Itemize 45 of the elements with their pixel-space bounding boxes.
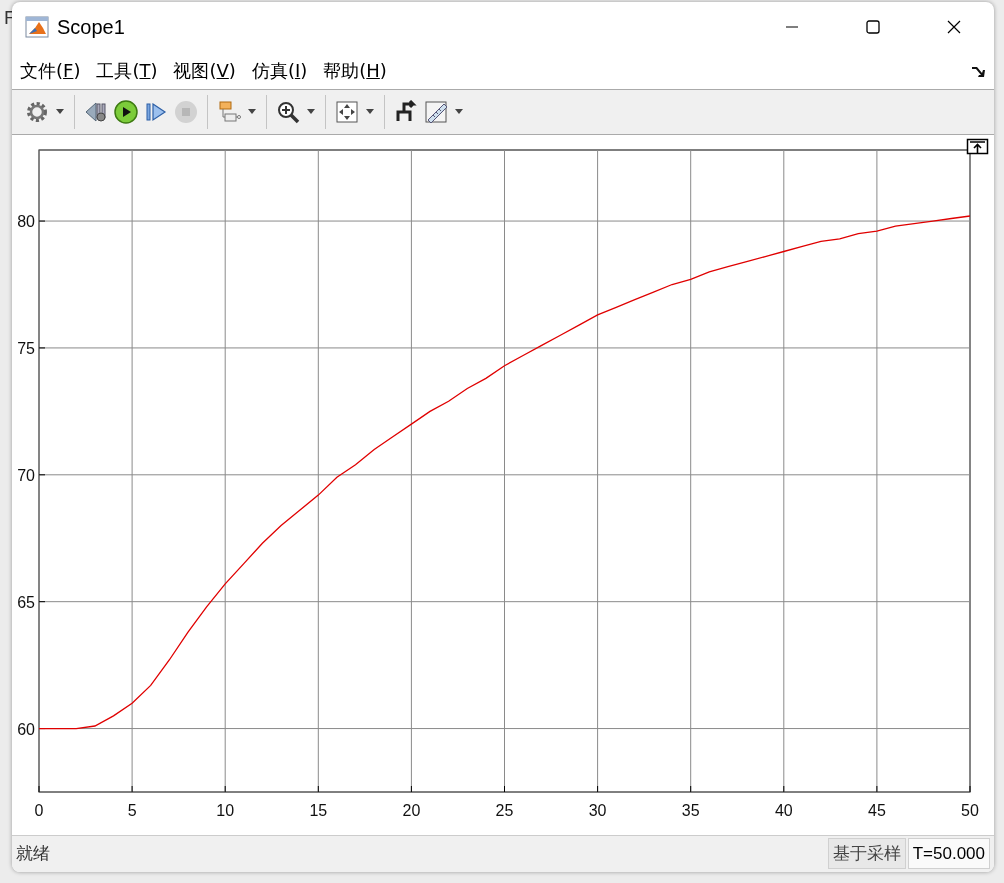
x-tick-label: 0 <box>34 801 44 819</box>
x-tick-label: 35 <box>681 801 700 819</box>
x-tick-label: 5 <box>127 801 137 819</box>
y-tick-label: 60 <box>17 720 35 738</box>
close-icon <box>946 20 961 34</box>
step-back-icon <box>84 100 108 124</box>
menu-item[interactable]: 帮助(H) <box>323 58 387 83</box>
app-icon <box>25 15 49 39</box>
y-tick-label: 75 <box>17 339 35 357</box>
sim-time-field: T=50.000 <box>907 838 990 870</box>
x-tick-label: 20 <box>402 801 421 819</box>
y-tick-label: 70 <box>17 466 35 484</box>
x-tick-label: 30 <box>588 801 607 819</box>
stop-icon <box>174 100 198 124</box>
status-text: 就绪 <box>16 842 50 866</box>
sim-mode-field: 基于采样 <box>827 838 906 870</box>
x-tick-label: 45 <box>868 801 886 819</box>
maximize-icon <box>865 20 880 34</box>
zoom-in-icon <box>276 100 300 124</box>
x-tick-label: 15 <box>309 801 328 819</box>
menu-item[interactable]: 文件(F) <box>20 58 81 83</box>
y-tick-label: 65 <box>17 593 35 611</box>
x-tick-label: 25 <box>495 801 514 819</box>
caret-icon <box>366 109 374 115</box>
menu-item[interactable]: 仿真(I) <box>251 58 308 83</box>
caret-icon <box>56 109 64 115</box>
play-icon <box>114 100 138 124</box>
ruler-icon <box>424 100 448 124</box>
window-title: Scope1 <box>57 15 125 39</box>
step-forward-icon <box>144 100 168 124</box>
caret-icon <box>248 109 256 115</box>
caret-icon <box>307 109 315 115</box>
toolbar-button[interactable] <box>111 98 141 126</box>
menu-item[interactable]: 工具(T) <box>96 58 158 83</box>
caret-icon <box>455 109 463 115</box>
x-tick-label: 40 <box>774 801 793 819</box>
fit-to-view-icon <box>335 100 359 124</box>
layout-icon <box>217 100 241 124</box>
menu-item[interactable]: 视图(V) <box>173 58 236 83</box>
x-tick-label: 10 <box>216 801 235 819</box>
trigger-icon <box>394 100 418 124</box>
y-tick-label: 80 <box>17 212 35 230</box>
x-tick-label: 50 <box>961 801 979 819</box>
undock-icon[interactable] <box>966 138 989 154</box>
gear-icon <box>25 100 49 124</box>
